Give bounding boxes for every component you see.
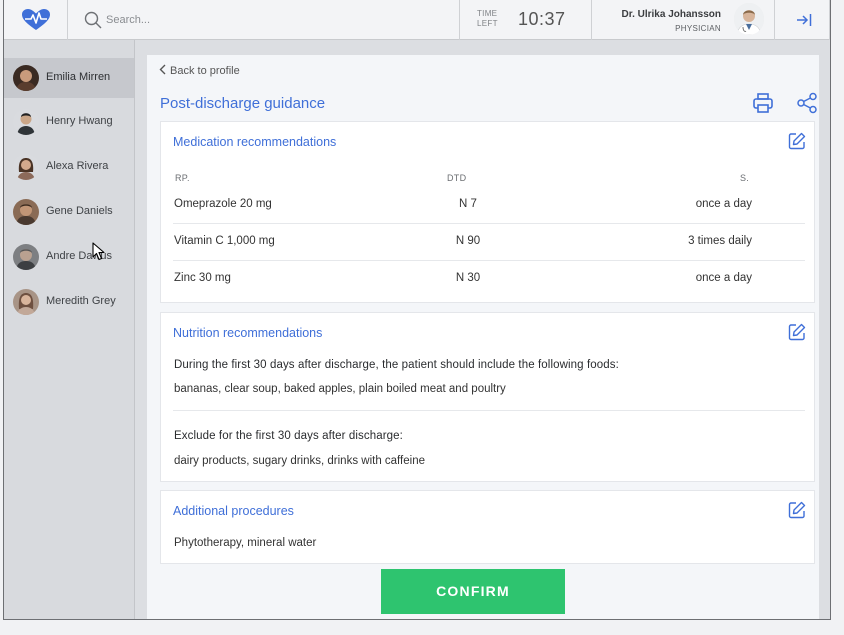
medication-dtd: N 90 <box>455 235 481 247</box>
medication-name: Zinc 30 mg <box>174 272 231 284</box>
avatar <box>13 65 39 91</box>
medication-title: Medication recommendations <box>173 135 337 149</box>
search-box <box>68 0 460 40</box>
additional-procedures-card: Additional procedures Phytotherapy, mine… <box>160 490 815 564</box>
edit-medication-button[interactable] <box>788 132 806 155</box>
medication-name: Omeprazole 20 mg <box>174 198 272 210</box>
medication-frequency: once a day <box>695 272 752 284</box>
time-left-label: TIME LEFT <box>477 9 498 28</box>
divider <box>173 410 805 411</box>
nutrition-title: Nutrition recommendations <box>173 326 323 340</box>
additional-title: Additional procedures <box>173 504 294 518</box>
guidance-panel: Back to profile Post-discharge guidance … <box>147 55 819 619</box>
avatar <box>13 289 39 315</box>
avatar <box>13 244 39 270</box>
medication-dtd: N 7 <box>459 198 477 210</box>
print-button[interactable] <box>752 92 774 119</box>
time-left-value: 10:37 <box>518 9 566 29</box>
medication-frequency: 3 times daily <box>688 235 752 247</box>
app-window: TIME LEFT 10:37 Dr. Ulrika Johansson PHY… <box>3 0 831 620</box>
sidebar-item-patient[interactable]: Henry Hwang <box>4 102 134 142</box>
sidebar-item-patient[interactable]: Alexa Rivera <box>4 147 134 187</box>
include-foods-list: bananas, clear soup, baked apples, plain… <box>174 383 506 395</box>
sidebar-item-patient[interactable]: Emilia Mirren <box>4 58 134 98</box>
confirm-button[interactable]: CONFIRM <box>381 569 565 614</box>
table-row: Zinc 30 mg N 30 once a day <box>173 261 805 298</box>
sidebar-item-patient[interactable]: Andre Dawus <box>4 237 134 277</box>
user-profile[interactable]: Dr. Ulrika Johansson PHYSICIAN <box>592 0 775 40</box>
patient-name: Emilia Mirren <box>46 71 111 83</box>
back-label: Back to profile <box>170 65 240 77</box>
exclude-foods-list: dairy products, sugary drinks, drinks wi… <box>174 455 425 467</box>
chevron-left-icon <box>159 64 166 75</box>
edit-icon <box>788 501 806 519</box>
logout-arrow-icon <box>797 14 812 26</box>
medication-dtd: N 30 <box>455 272 481 284</box>
patient-sidebar: Emilia Mirren Henry Hwang Alexa Rivera G… <box>4 40 135 619</box>
user-name: Dr. Ulrika Johansson <box>621 9 721 20</box>
edit-icon <box>788 323 806 341</box>
exclude-foods-heading: Exclude for the first 30 days after disc… <box>174 430 403 442</box>
share-button[interactable] <box>796 92 818 119</box>
edit-procedures-button[interactable] <box>788 501 806 524</box>
avatar <box>734 3 764 35</box>
patient-name: Meredith Grey <box>46 295 116 307</box>
medication-card: Medication recommendations RP. DTD S. Om… <box>160 121 815 303</box>
edit-nutrition-button[interactable] <box>788 323 806 346</box>
column-header-dtd: DTD <box>447 173 467 183</box>
avatar <box>13 154 39 180</box>
additional-procedures-text: Phytotherapy, mineral water <box>174 537 317 549</box>
search-input[interactable] <box>106 11 406 29</box>
patient-name: Henry Hwang <box>46 115 113 127</box>
top-bar: TIME LEFT 10:37 Dr. Ulrika Johansson PHY… <box>4 0 830 40</box>
column-header-rp: RP. <box>175 173 190 183</box>
share-icon <box>797 92 817 114</box>
heart-pulse-icon <box>22 9 50 30</box>
include-foods-heading: During the first 30 days after discharge… <box>174 359 619 371</box>
search-icon <box>84 11 102 29</box>
table-row: Omeprazole 20 mg N 7 once a day <box>173 187 805 224</box>
time-left: TIME LEFT 10:37 <box>460 0 592 40</box>
avatar <box>13 109 39 135</box>
medication-name: Vitamin C 1,000 mg <box>174 235 275 247</box>
logout-button[interactable] <box>775 0 830 40</box>
table-row: Vitamin C 1,000 mg N 90 3 times daily <box>173 224 805 261</box>
page-title: Post-discharge guidance <box>160 95 326 112</box>
printer-icon <box>753 93 773 113</box>
medication-frequency: once a day <box>695 198 752 210</box>
user-role: PHYSICIAN <box>675 24 721 33</box>
back-to-profile-link[interactable]: Back to profile <box>159 64 240 77</box>
patient-name: Alexa Rivera <box>46 160 109 172</box>
nutrition-card: Nutrition recommendations During the fir… <box>160 312 815 482</box>
mouse-cursor-icon <box>92 242 105 261</box>
sidebar-item-patient[interactable]: Meredith Grey <box>4 282 134 322</box>
logo[interactable] <box>4 0 68 40</box>
avatar <box>13 199 39 225</box>
gutter <box>135 40 147 619</box>
sidebar-item-patient[interactable]: Gene Daniels <box>4 192 134 232</box>
edit-icon <box>788 132 806 150</box>
column-header-s: S. <box>740 173 750 183</box>
patient-name: Gene Daniels <box>46 205 113 217</box>
